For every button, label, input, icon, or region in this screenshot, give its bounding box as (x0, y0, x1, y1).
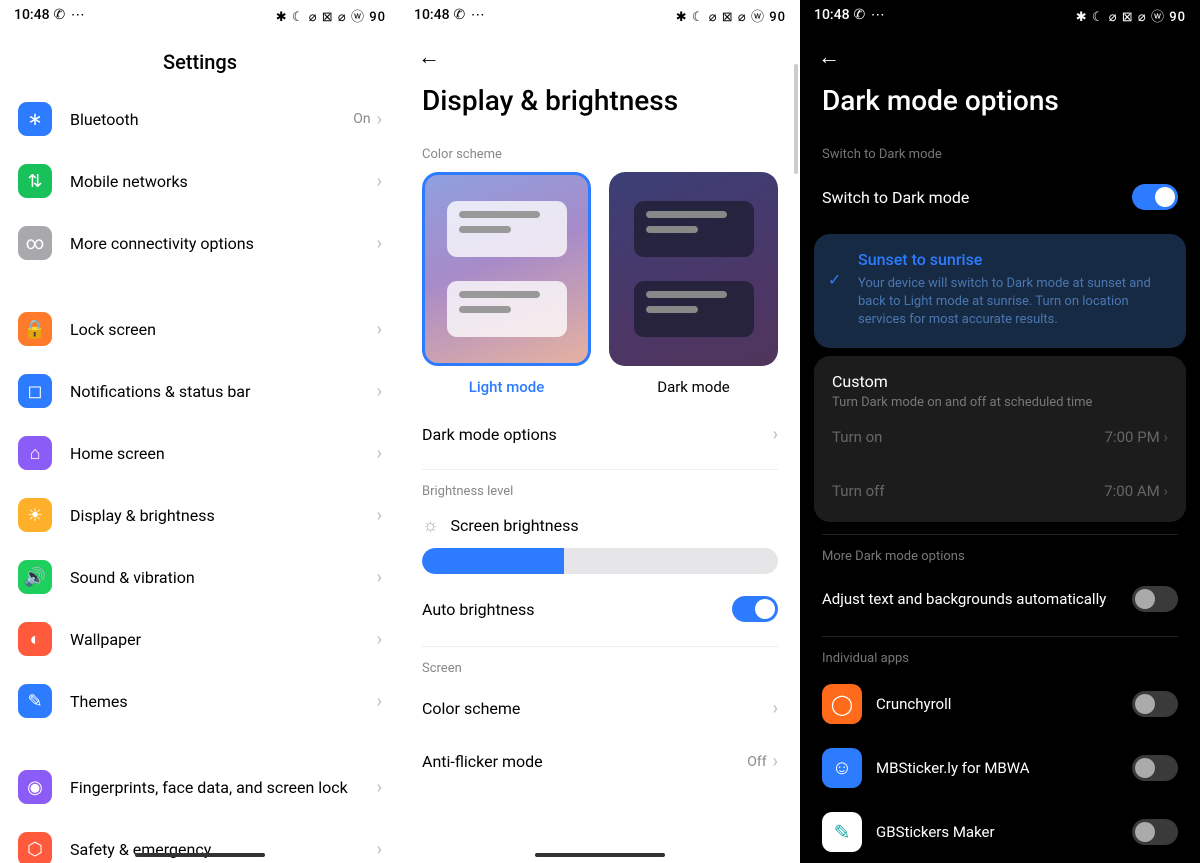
settings-group-3: ◉ Fingerprints, face data, and screen lo… (0, 756, 400, 863)
row-adjust-auto[interactable]: Adjust text and backgrounds automaticall… (800, 570, 1200, 628)
section-brightness: Brightness level (400, 478, 800, 505)
chevron-right-icon: › (377, 233, 382, 254)
section-individual-apps: Individual apps (800, 645, 1200, 672)
row-wallpaper[interactable]: ◐ Wallpaper › (0, 608, 400, 670)
row-notifications[interactable]: ◻ Notifications & status bar › (0, 360, 400, 422)
chevron-right-icon: › (773, 424, 778, 445)
brightness-icon: ☀ (18, 498, 52, 532)
row-switch-dark-mode[interactable]: Switch to Dark mode (800, 168, 1200, 226)
row-dark-mode-options[interactable]: Dark mode options › (400, 408, 800, 461)
row-auto-brightness[interactable]: Auto brightness (400, 580, 800, 638)
section-switch: Switch to Dark mode (800, 141, 1200, 168)
page-title: Settings (0, 30, 400, 88)
status-bar: 10:48 ✆ ⋯ ✱ ☾ ⌀ ⊠ ⌀ ⓦ 90 (0, 0, 400, 30)
row-color-scheme[interactable]: Color scheme › (400, 682, 800, 735)
phone-display-brightness: 10:48 ✆ ⋯ ✱ ☾ ⌀ ⊠ ⌀ ⓦ 90 ← Display & bri… (400, 0, 800, 863)
notification-icon: ◻ (18, 374, 52, 408)
section-more-dark: More Dark mode options (800, 543, 1200, 570)
row-lock-screen[interactable]: 🔒 Lock screen › (0, 298, 400, 360)
page-title: Dark mode options (800, 70, 1200, 141)
themes-icon: ✎ (18, 684, 52, 718)
back-button[interactable]: ← (800, 30, 1200, 70)
screen-brightness-row: ☼ Screen brightness (400, 505, 800, 540)
light-mode-card[interactable]: Light mode (422, 172, 591, 400)
chevron-right-icon: › (377, 109, 382, 130)
sun-icon: ☼ (422, 515, 439, 536)
row-connectivity[interactable]: ∞ More connectivity options › (0, 212, 400, 274)
scrollbar[interactable] (794, 64, 798, 174)
wallpaper-icon: ◐ (18, 622, 52, 656)
row-themes[interactable]: ✎ Themes › (0, 670, 400, 732)
home-indicator[interactable] (535, 853, 665, 857)
brightness-slider[interactable] (422, 548, 778, 574)
app-toggle[interactable] (1132, 755, 1178, 781)
dark-mode-toggle[interactable] (1132, 184, 1178, 210)
connectivity-icon: ∞ (18, 226, 52, 260)
dark-mode-card[interactable]: Dark mode (609, 172, 778, 400)
fingerprint-icon: ◉ (18, 770, 52, 804)
row-mobile-networks[interactable]: ⇅ Mobile networks › (0, 150, 400, 212)
home-indicator[interactable] (135, 853, 265, 857)
option-sunset-sunrise[interactable]: ✓ Sunset to sunrise Your device will swi… (814, 234, 1186, 348)
option-custom[interactable]: Custom Turn Dark mode on and off at sche… (814, 356, 1186, 522)
app-toggle[interactable] (1132, 691, 1178, 717)
row-home-screen[interactable]: ⌂ Home screen › (0, 422, 400, 484)
row-bluetooth[interactable]: ∗ Bluetooth On › (0, 88, 400, 150)
app-row-mbsticker[interactable]: ☺ MBSticker.ly for MBWA (800, 736, 1200, 800)
app-toggle[interactable] (1132, 819, 1178, 845)
sound-icon: 🔊 (18, 560, 52, 594)
settings-group-1: ∗ Bluetooth On › ⇅ Mobile networks › ∞ M… (0, 88, 400, 274)
bluetooth-icon: ∗ (18, 102, 52, 136)
app-row-crunchyroll[interactable]: ◯ Crunchyroll (800, 672, 1200, 736)
auto-brightness-toggle[interactable] (732, 596, 778, 622)
home-icon: ⌂ (18, 436, 52, 470)
app-icon-gbstickers: ✎ (822, 812, 862, 852)
row-turn-off[interactable]: Turn off 7:00 AM › (832, 464, 1168, 518)
app-row-gbstickers[interactable]: ✎ GBStickers Maker (800, 800, 1200, 863)
check-icon: ✓ (828, 270, 841, 289)
status-bar: 10:48 ✆ ⋯ ✱ ☾ ⌀ ⊠ ⌀ ⓦ 90 (800, 0, 1200, 30)
chevron-right-icon: › (377, 171, 382, 192)
row-display-brightness[interactable]: ☀ Display & brightness › (0, 484, 400, 546)
section-screen: Screen (400, 655, 800, 682)
mobile-networks-icon: ⇅ (18, 164, 52, 198)
back-button[interactable]: ← (400, 30, 800, 70)
page-title: Display & brightness (400, 70, 800, 141)
phone-settings: 10:48 ✆ ⋯ ✱ ☾ ⌀ ⊠ ⌀ ⓦ 90 Settings ∗ Blue… (0, 0, 400, 863)
row-anti-flicker[interactable]: Anti-flicker mode Off › (400, 735, 800, 788)
lock-icon: 🔒 (18, 312, 52, 346)
row-fingerprint[interactable]: ◉ Fingerprints, face data, and screen lo… (0, 756, 400, 818)
row-turn-on[interactable]: Turn on 7:00 PM › (832, 410, 1168, 464)
settings-group-2: 🔒 Lock screen › ◻ Notifications & status… (0, 298, 400, 732)
app-icon-mbsticker: ☺ (822, 748, 862, 788)
phone-dark-mode-options: 10:48 ✆ ⋯ ✱ ☾ ⌀ ⊠ ⌀ ⓦ 90 ← Dark mode opt… (800, 0, 1200, 863)
row-sound[interactable]: 🔊 Sound & vibration › (0, 546, 400, 608)
safety-icon: ⬡ (18, 832, 52, 863)
adjust-toggle[interactable] (1132, 586, 1178, 612)
section-color-scheme: Color scheme (400, 141, 800, 168)
app-icon-crunchyroll: ◯ (822, 684, 862, 724)
status-bar: 10:48 ✆ ⋯ ✱ ☾ ⌀ ⊠ ⌀ ⓦ 90 (400, 0, 800, 30)
